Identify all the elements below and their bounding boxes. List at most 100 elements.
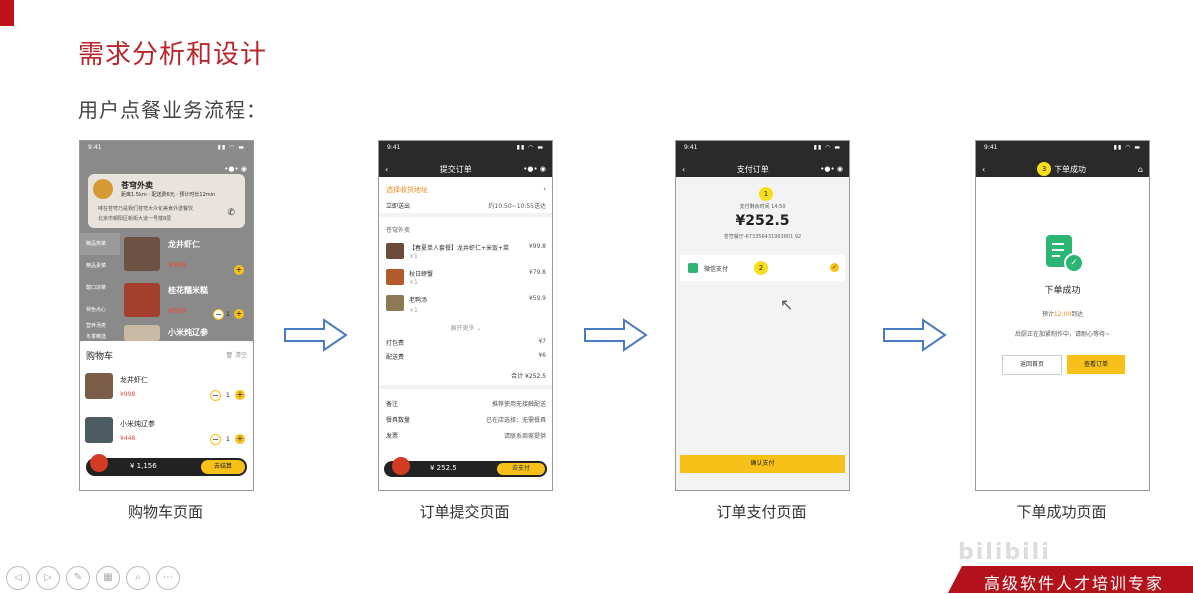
order-success-page-screenshot: 9:41 ▮▮ ◠ ▬ ‹ 3 下单成功 ⌂ ✓ 下单成功 预计12:00到达 后…	[975, 140, 1150, 491]
signal-icon: ▮▮ ◠ ▬	[1113, 144, 1141, 151]
clear-label: 清空	[234, 352, 247, 359]
selected-check-icon[interactable]: ✓	[830, 263, 839, 272]
dish-price: ¥668	[168, 307, 186, 315]
remark-row[interactable]: 备注 推荐使用无接触配送	[386, 399, 546, 408]
status-time: 9:41	[984, 144, 998, 151]
phone-icon[interactable]: ✆	[227, 208, 235, 218]
category-item[interactable]: 精品素菜	[80, 255, 120, 277]
pen-icon[interactable]: ✎	[66, 566, 90, 590]
dish-price: ¥998	[168, 261, 186, 269]
dish-image	[386, 243, 404, 259]
deliver-row[interactable]: 立即送出 约10:50~10:55送达	[386, 201, 546, 210]
cart-title: 购物车	[86, 352, 114, 362]
clear-cart-button[interactable]: 🗑 清空	[225, 350, 247, 359]
capsule-menu-icon[interactable]: •●• ◉	[224, 165, 247, 173]
capsule-menu-icon[interactable]: •●• ◉	[523, 165, 546, 173]
plus-button[interactable]: +	[235, 434, 245, 444]
go-pay-button[interactable]: 去支付	[497, 463, 545, 475]
add-dish-button[interactable]: +	[234, 265, 244, 275]
eta-time: 12:00	[1053, 311, 1072, 318]
slide-title: 需求分析和设计	[78, 40, 268, 70]
flow-arrow-icon	[883, 318, 947, 352]
watermark-logo: bilibili	[958, 540, 1051, 565]
pay-amount: ¥252.5	[735, 213, 790, 229]
signal-icon: ▮▮ ◠ ▬	[516, 144, 544, 151]
menu-item[interactable]: 龙井虾仁 ¥998 +	[124, 237, 248, 275]
success-title: 下单成功	[1044, 286, 1081, 296]
back-icon[interactable]: ‹	[385, 165, 388, 174]
category-list: 精品热菜 精品素菜 酸口凉菜 特色点心 营养汤类 冬季精选	[80, 233, 120, 343]
capsule-menu-icon[interactable]: •●• ◉	[820, 165, 843, 173]
view-order-button[interactable]: 查看订单	[1067, 355, 1125, 374]
previous-slide-icon[interactable]: ◁	[6, 566, 30, 590]
cart-item-name: 龙井虾仁	[120, 376, 148, 384]
bar-total: ¥ 252.5	[430, 464, 457, 472]
more-options-icon[interactable]: ⋯	[156, 566, 180, 590]
category-item[interactable]: 特色点心	[80, 299, 120, 321]
minus-button[interactable]: −	[210, 434, 221, 445]
eta-suffix: 到达	[1071, 311, 1084, 318]
item-qty: ×1	[409, 253, 418, 260]
nav-header: 9:41 ▮▮ ◠ ▬ ‹ 3 下单成功 ⌂	[976, 141, 1149, 180]
dish-image	[124, 237, 160, 271]
flow-arrow-icon	[584, 318, 648, 352]
home-icon[interactable]: ⌂	[1138, 165, 1143, 174]
nav-title: 提交订单	[439, 164, 472, 174]
cooking-message: 后厨正在加紧制作中，请耐心等待~	[1014, 331, 1111, 338]
eta-text: 预计12:00到达	[976, 309, 1149, 318]
step-badge: 3	[1037, 162, 1052, 176]
cart-bag-icon[interactable]	[90, 454, 108, 472]
flow-arrow-icon	[284, 318, 348, 352]
category-item[interactable]: 精品热菜	[80, 233, 120, 255]
checkout-button[interactable]: 去结算	[201, 460, 245, 474]
back-icon[interactable]: ‹	[982, 165, 985, 174]
menu-item[interactable]: 桂花糯米糕 ¥668 − 1 +	[124, 283, 248, 321]
address-row[interactable]: 选择收货地址 ›	[386, 185, 546, 195]
invoice-value: 请联系商家提供	[503, 433, 546, 440]
caption-order-success: 下单成功页面	[1016, 503, 1107, 521]
back-icon[interactable]: ‹	[682, 165, 685, 174]
pay-bar: ¥ 252.5 去支付	[384, 457, 547, 477]
pack-fee: ¥7	[538, 338, 546, 345]
cart-bar: ¥ 1,156 去结算	[86, 454, 247, 476]
eta-prefix: 预计	[1041, 311, 1054, 318]
remark-label: 备注	[386, 401, 399, 408]
plus-button[interactable]: +	[235, 390, 245, 400]
cart-item-qty: 1	[226, 436, 230, 443]
submit-order-page-screenshot: 9:41 ▮▮ ◠ ▬ ‹ 提交订单 •●• ◉ 选择收货地址 › 立即送出 约10:…	[378, 140, 553, 491]
minus-button[interactable]: −	[213, 309, 224, 320]
wechat-pay-icon	[688, 263, 698, 273]
category-item[interactable]: 营养汤类	[80, 321, 120, 332]
expand-more-button[interactable]: 展开更多 ⌄	[386, 323, 546, 332]
success-body: ✓ 下单成功 预计12:00到达 后厨正在加紧制作中，请耐心等待~ 返回首页 查…	[976, 177, 1149, 490]
order-number: 苍穹餐厅-673356431963801 92	[723, 234, 802, 240]
caption-cart: 购物车页面	[127, 503, 203, 521]
next-slide-icon[interactable]: ▷	[36, 566, 60, 590]
nav-title-group: 3 下单成功	[1037, 162, 1086, 176]
caption-pay-order: 订单支付页面	[716, 503, 807, 521]
tableware-row[interactable]: 餐具数量 已在店选择：无需餐具	[386, 415, 546, 424]
category-item[interactable]: 酸口凉菜	[80, 277, 120, 299]
pay-body: 1 支付剩余时间 14:50 ¥252.5 苍穹餐厅-6733564319638…	[676, 177, 849, 490]
zoom-icon[interactable]: ⌕	[126, 566, 150, 590]
deliver-label: 立即送出	[386, 203, 411, 210]
shop-address: 北京市朝阳区新街大道一号楼8层	[98, 216, 172, 222]
item-name: 老鸭汤	[409, 297, 428, 304]
add-dish-button[interactable]: +	[234, 309, 244, 319]
cart-total: ¥ 1,156	[130, 462, 157, 470]
shop-header: 9:41 ▮▮ ◠ ▬ •●• ◉ 苍穹外卖 距离1.5km · 配送费6元 · …	[80, 141, 253, 341]
invoice-label: 发票	[386, 433, 399, 440]
back-home-button[interactable]: 返回首页	[1002, 355, 1062, 375]
dish-image	[386, 295, 404, 311]
slides-grid-icon[interactable]: ▦	[96, 566, 120, 590]
invoice-row[interactable]: 发票 请联系商家提供	[386, 431, 546, 440]
minus-button[interactable]: −	[210, 390, 221, 401]
pack-fee-row: 打包费 ¥7	[386, 338, 546, 347]
expand-label: 展开更多	[450, 325, 475, 332]
shop-label: 苍穹外卖	[386, 227, 411, 234]
slide-subtitle: 用户点餐业务流程：	[78, 98, 267, 122]
delivery-fee: ¥6	[538, 352, 546, 359]
slideshow-toolbar: ◁ ▷ ✎ ▦ ⌕ ⋯	[6, 566, 180, 590]
payment-method-row[interactable]: 微信支付 2 ✓	[680, 255, 845, 281]
confirm-pay-button[interactable]: 确认支付	[680, 455, 845, 473]
